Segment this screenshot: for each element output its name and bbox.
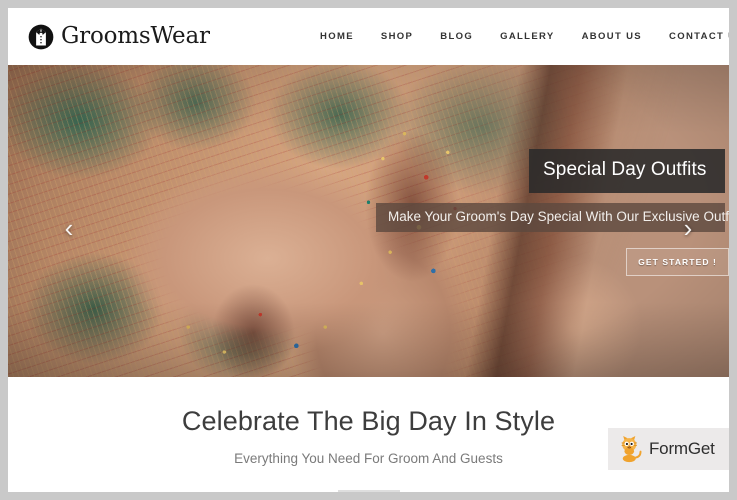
- main-navigation: HOME SHOP BLOG GALLERY ABOUT US CONTACT …: [320, 8, 729, 65]
- slide-title-box: Special Day Outfits: [529, 149, 725, 193]
- site-header: GroomsWear HOME SHOP BLOG GALLERY ABOUT …: [8, 8, 729, 65]
- hero-slider: ‹ Special Day Outfits Make Your Groom's …: [8, 65, 729, 377]
- nav-item-contact-us[interactable]: CONTACT US: [669, 25, 729, 48]
- nav-item-blog[interactable]: BLOG: [440, 25, 473, 48]
- slider-next-glyph: ›: [683, 213, 693, 243]
- slide-subtitle-box: Make Your Groom's Day Special With Our E…: [376, 203, 729, 233]
- slider-prev-glyph: ‹: [64, 213, 74, 243]
- slide-subtitle: Make Your Groom's Day Special With Our E…: [388, 209, 729, 224]
- nav-item-gallery[interactable]: GALLERY: [500, 25, 555, 48]
- chevron-right-icon[interactable]: ›: [675, 211, 701, 245]
- formget-watermark: FormGet: [608, 428, 729, 470]
- nav-item-about-us[interactable]: ABOUT US: [582, 25, 642, 48]
- watermark-label: FormGet: [649, 439, 715, 458]
- page-root: GroomsWear HOME SHOP BLOG GALLERY ABOUT …: [8, 8, 729, 492]
- nav-item-home[interactable]: HOME: [320, 25, 354, 48]
- tiger-mascot-icon: [618, 434, 644, 464]
- nav-item-shop[interactable]: SHOP: [381, 25, 413, 48]
- get-started-button[interactable]: GET STARTED !: [626, 248, 729, 276]
- bowtie-tuxedo-icon: [28, 24, 54, 50]
- intro-divider: [337, 489, 400, 492]
- brand-logo-link[interactable]: GroomsWear: [28, 24, 210, 50]
- slide-title: Special Day Outfits: [543, 159, 707, 180]
- chevron-left-icon[interactable]: ‹: [56, 211, 82, 245]
- brand-name: GroomsWear: [61, 23, 210, 49]
